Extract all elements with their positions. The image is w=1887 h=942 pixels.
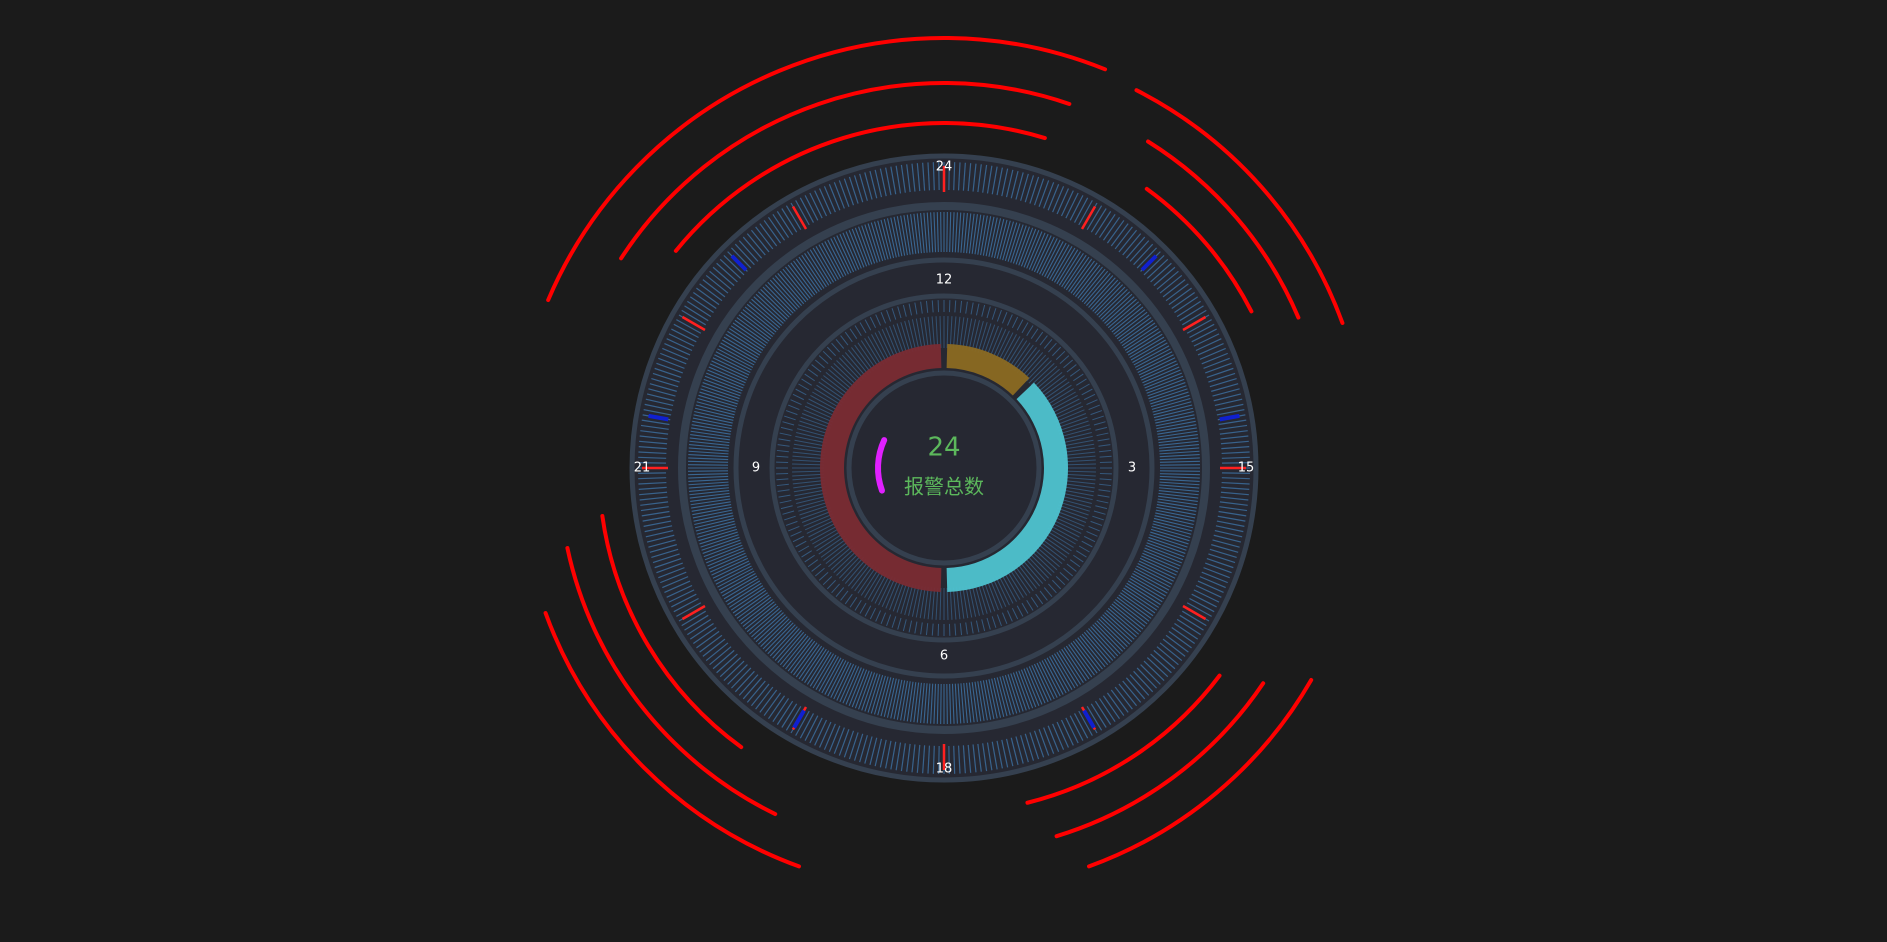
center-value: 24 <box>927 433 960 463</box>
gauge-dial <box>632 156 1256 780</box>
tick-mark <box>941 212 942 252</box>
tick-mark <box>1160 465 1200 466</box>
outer-tick-label: 21 <box>634 461 651 476</box>
tick-mark <box>941 684 942 724</box>
tick-mark <box>947 212 948 252</box>
tick-mark <box>688 465 728 466</box>
inner-tick-label: 6 <box>940 649 948 664</box>
center-label: 报警总数 <box>904 475 984 499</box>
inner-tick-label: 12 <box>936 273 953 288</box>
alarm-gauge-dashboard: 12 3 6 9 24 15 18 21 24 报警总数 <box>0 0 1887 938</box>
outer-tick-label: 15 <box>1238 461 1255 476</box>
tick-mark <box>688 471 728 472</box>
inner-tick-label: 3 <box>1128 461 1136 476</box>
tick-mark <box>947 684 948 724</box>
outer-tick-label: 18 <box>936 762 953 777</box>
alarm-gauge-chart: 12 3 6 9 24 15 18 21 24 报警总数 <box>0 0 1887 938</box>
tick-mark <box>1160 471 1200 472</box>
outer-tick-label: 24 <box>936 160 953 175</box>
inner-tick-label: 9 <box>752 461 760 476</box>
